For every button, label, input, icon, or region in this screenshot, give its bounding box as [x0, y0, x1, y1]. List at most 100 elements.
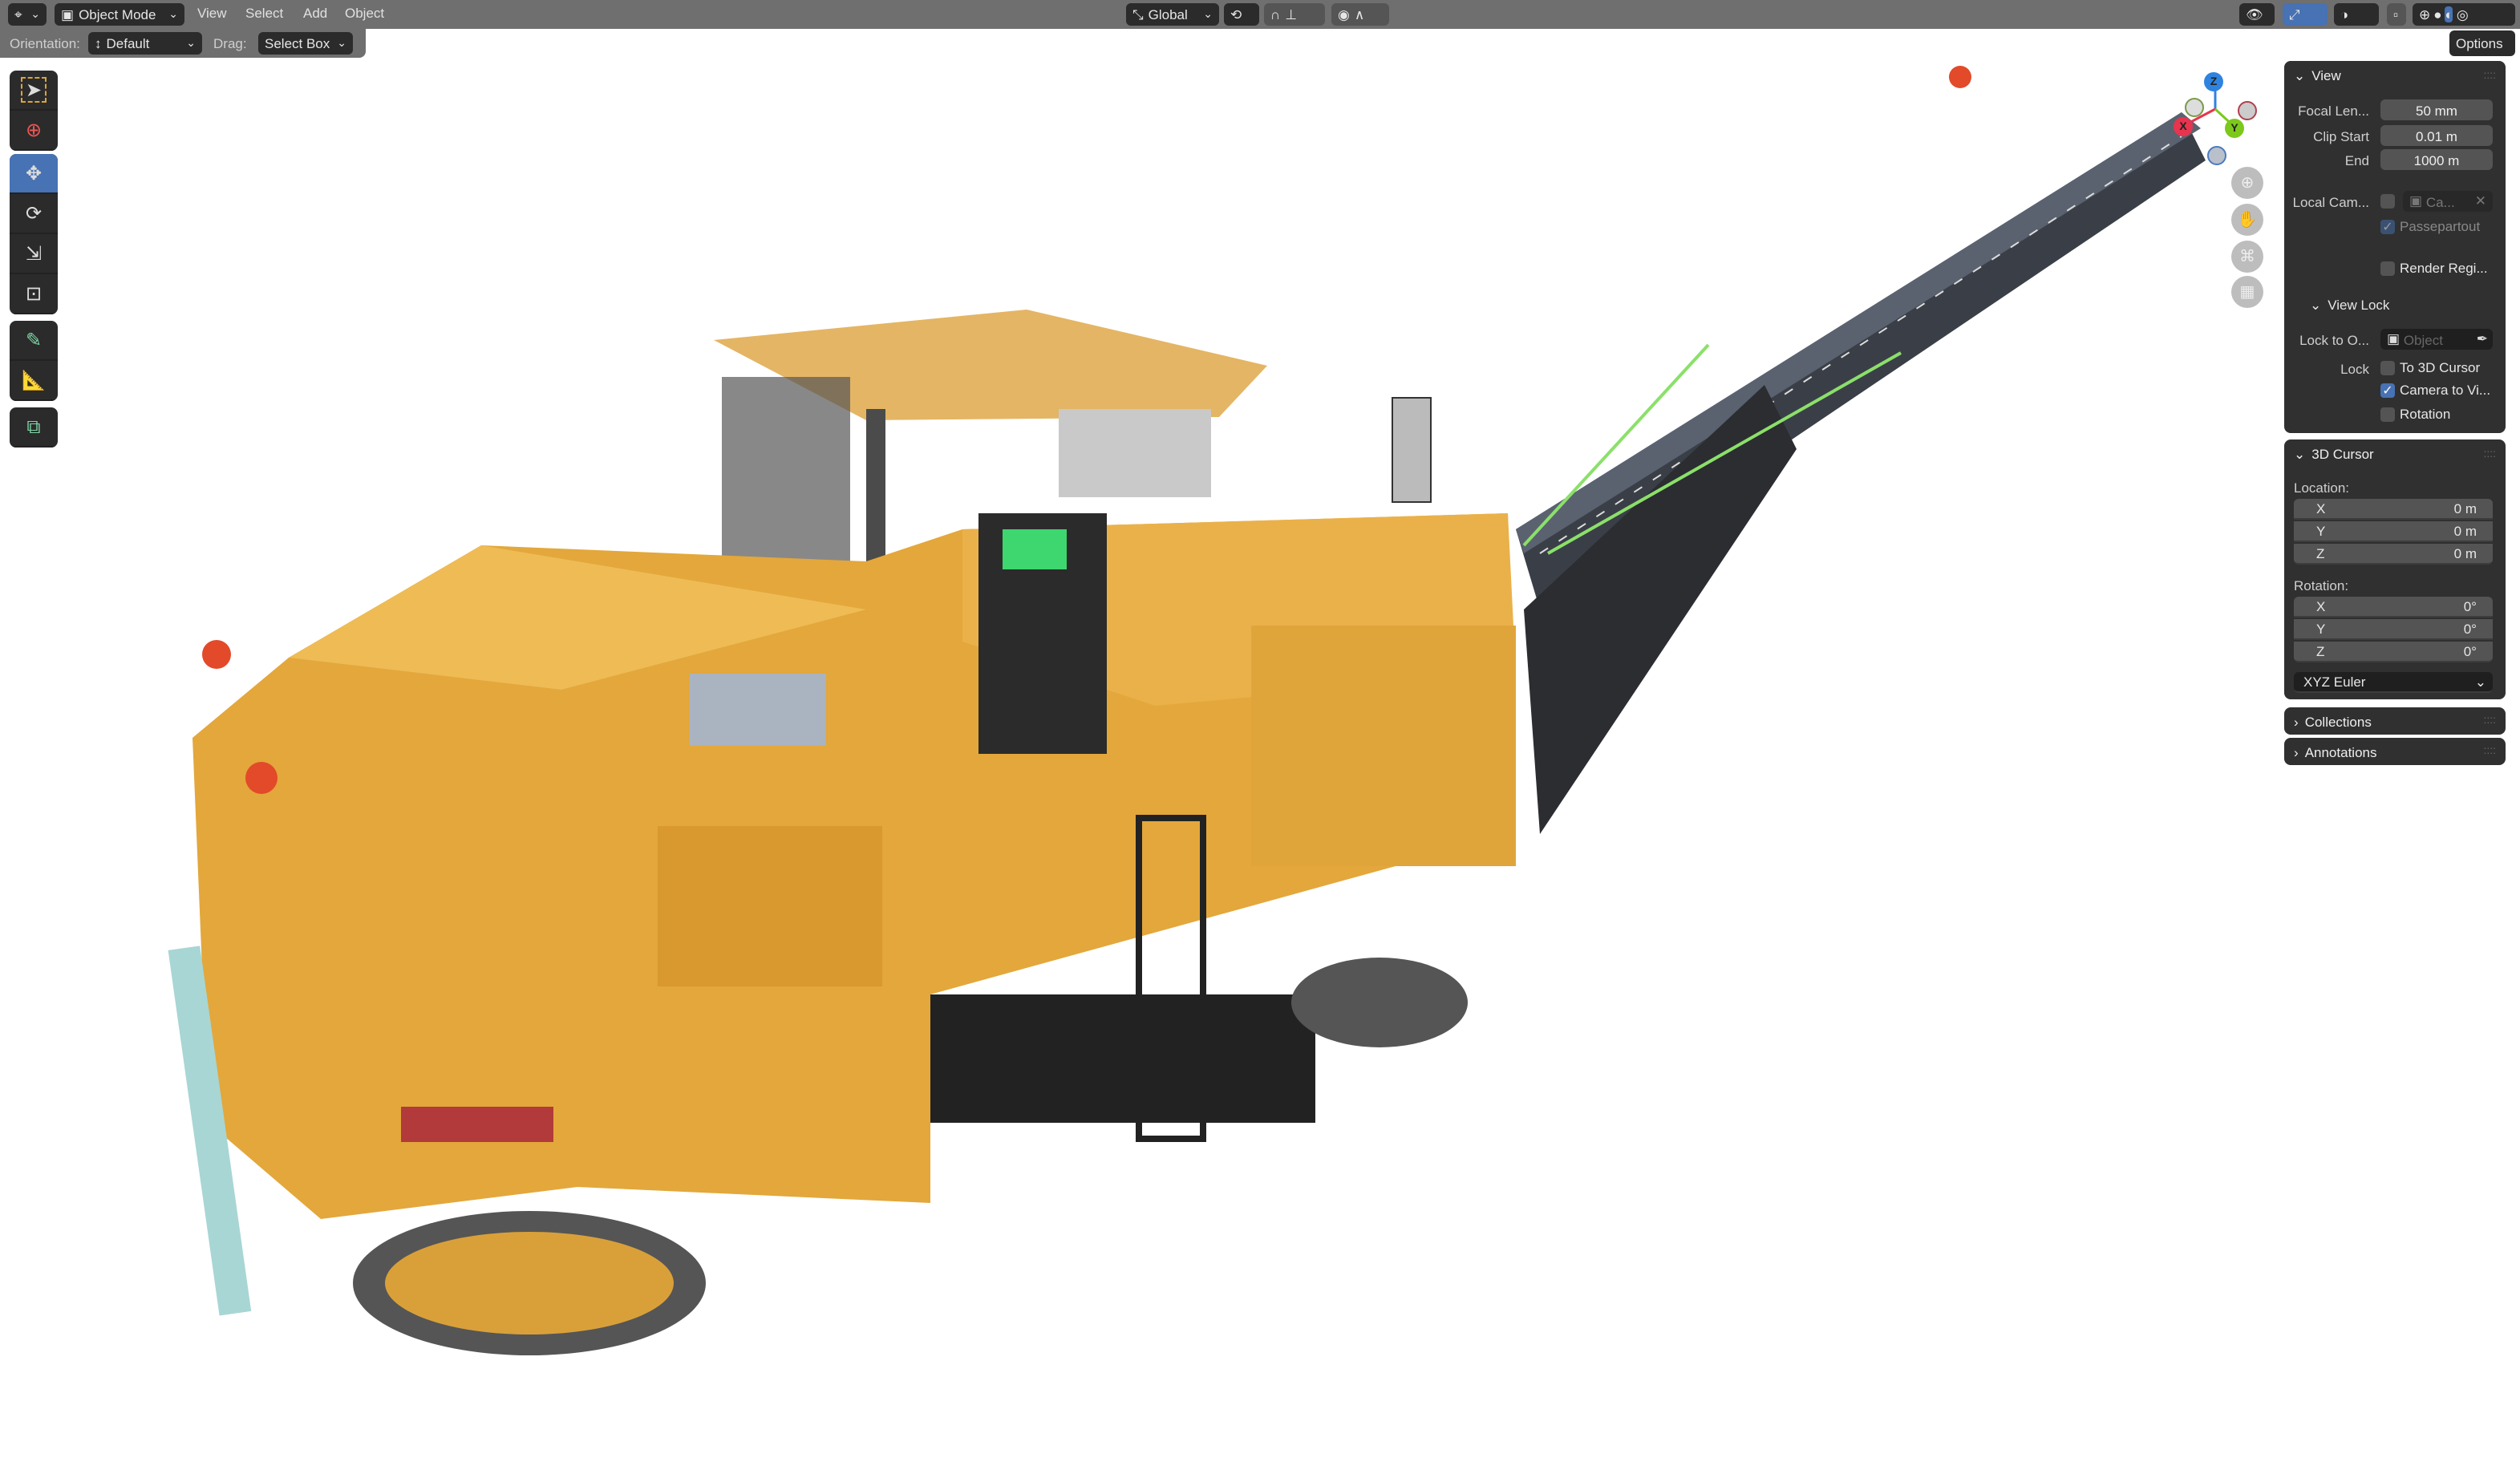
cursor-tool[interactable]: ⊕ — [10, 111, 58, 151]
zoom-view-button[interactable]: ⊕ — [2231, 167, 2263, 199]
transform-tool[interactable]: ⊡ — [10, 274, 58, 314]
gizmo-y-axis[interactable]: Y — [2225, 119, 2244, 138]
move-tool[interactable]: ✥ — [10, 154, 58, 194]
render-region-checkbox[interactable] — [2380, 261, 2395, 276]
viewport-3d[interactable] — [0, 0, 2520, 1458]
collections-panel-header[interactable]: › Collections:::: — [2284, 707, 2506, 735]
hand-icon: ✋ — [2237, 211, 2258, 229]
measure-tool[interactable]: 📐 — [10, 361, 58, 401]
pencil-icon: ✎ — [25, 329, 43, 351]
cursor-location-y[interactable]: Y 0 m — [2294, 521, 2493, 542]
annotate-tool[interactable]: ✎ — [10, 321, 58, 361]
perspective-toggle-button[interactable]: ▦ — [2231, 276, 2263, 308]
to-3d-cursor-label: To 3D Cursor — [2400, 359, 2481, 375]
select-box-tool[interactable]: ➤ — [10, 71, 58, 111]
xray-toggle[interactable]: ▫ — [2387, 3, 2406, 26]
gizmo-neg-z-axis[interactable] — [2207, 146, 2226, 165]
axis-value: 0 m — [2453, 523, 2477, 539]
gizmo-toggle[interactable]: ⤢ — [2283, 3, 2328, 26]
drag-dropdown[interactable]: Select Box ⌄ — [258, 32, 353, 55]
annotations-panel[interactable]: › Annotations:::: — [2284, 738, 2506, 765]
focal-length-field[interactable]: 50 mm — [2380, 99, 2493, 120]
proportional-editing-toggle[interactable]: ◉ ∧ — [1331, 3, 1389, 26]
add-cube-tool[interactable]: ⧉ — [10, 407, 58, 448]
gizmo-z-axis[interactable]: Z — [2204, 72, 2223, 91]
overlays-toggle[interactable]: ◑ — [2334, 3, 2379, 26]
scale-tool[interactable]: ⇲ — [10, 234, 58, 274]
visibility-dropdown[interactable]: 👁 — [2239, 3, 2275, 26]
mode-label: Object Mode — [79, 6, 156, 22]
material-shading-icon[interactable]: ◐ — [2445, 6, 2453, 22]
cursor-location-z[interactable]: Z 0 m — [2294, 544, 2493, 565]
cursor-rotation-z[interactable]: Z 0° — [2294, 642, 2493, 662]
view-panel-header[interactable]: ⌄ View:::: — [2284, 61, 2506, 90]
mode-dropdown[interactable]: ▣ Object Mode ⌄ — [55, 3, 184, 26]
drag-handle-icon[interactable]: :::: — [2483, 715, 2496, 727]
gizmo-x-axis[interactable]: X — [2174, 117, 2193, 136]
menu-select[interactable]: Select — [245, 5, 283, 21]
local-camera-checkbox[interactable] — [2380, 194, 2395, 209]
cursor-rotation-y[interactable]: Y 0° — [2294, 619, 2493, 640]
orientation-label: Orientation: — [10, 35, 80, 51]
pan-view-button[interactable]: ✋ — [2231, 204, 2263, 236]
rendered-shading-icon[interactable]: ◎ — [2457, 6, 2469, 23]
render-region-label: Render Regi... — [2400, 260, 2488, 276]
add-cube-icon: ⧉ — [26, 415, 41, 437]
focal-length-label: Focal Len... — [2298, 103, 2369, 119]
rotate-tool[interactable]: ⟳ — [10, 194, 58, 234]
camera-view-button[interactable]: ⌘ — [2231, 241, 2263, 273]
clip-start-label: Clip Start — [2313, 128, 2369, 144]
clip-end-field[interactable]: 1000 m — [2380, 149, 2493, 170]
editor-type-button[interactable]: ⌖ ⌄ — [8, 3, 47, 26]
location-label: Location: — [2294, 480, 2349, 496]
axis-label: X — [2316, 598, 2326, 614]
orientation-dropdown[interactable]: ↕ Default ⌄ — [88, 32, 202, 55]
lock-object-field[interactable]: ▣ Object ✒ — [2380, 329, 2493, 350]
drag-handle-icon[interactable]: :::: — [2483, 746, 2496, 757]
lock-rotation-checkbox[interactable] — [2380, 407, 2395, 422]
local-camera-field[interactable]: ▣ Ca... ✕ — [2403, 191, 2493, 212]
panel-title: 3D Cursor — [2311, 446, 2374, 462]
chevron-down-icon: ⌄ — [186, 38, 196, 50]
axis-label: Y — [2316, 523, 2326, 539]
clear-icon[interactable]: ✕ — [2475, 192, 2486, 210]
shading-buttons[interactable]: ⊕ ● ◐ ◎ — [2413, 3, 2515, 26]
toolbar-annotate-group: ✎ 📐 — [10, 321, 58, 401]
menu-add[interactable]: Add — [303, 5, 327, 21]
ruler-icon: 📐 — [22, 369, 46, 391]
subpanel-title: View Lock — [2328, 297, 2390, 313]
drag-handle-icon[interactable]: :::: — [2483, 448, 2496, 460]
menu-view[interactable]: View — [197, 5, 227, 21]
cursor-rotation-x[interactable]: X 0° — [2294, 597, 2493, 618]
axis-value: 0 m — [2453, 500, 2477, 516]
camera-to-view-checkbox[interactable]: ✓ — [2380, 383, 2395, 398]
lock-to-3d-cursor-checkbox[interactable] — [2380, 361, 2395, 375]
rotation-mode-dropdown[interactable]: XYZ Euler ⌄ — [2294, 672, 2493, 693]
gizmo-neg-x-axis[interactable] — [2238, 101, 2257, 120]
transform-orientation-dropdown[interactable]: ⤡ Global ⌄ — [1126, 3, 1219, 26]
gizmo-neg-y-axis[interactable] — [2185, 98, 2204, 117]
wireframe-shading-icon[interactable]: ⊕ — [2419, 6, 2430, 23]
tool-settings-bar: Orientation: ↕ Default ⌄ Drag: Select Box ⌄ — [0, 29, 366, 58]
toolbar-transform-group: ✥ ⟳ ⇲ ⊡ — [10, 154, 58, 314]
chevron-down-icon: ⌄ — [2294, 67, 2306, 83]
pivot-point-dropdown[interactable]: ⟲ — [1224, 3, 1259, 26]
snapping-toggle[interactable]: ∩ ⊥ — [1264, 3, 1325, 26]
magnet-icon: ∩ — [1270, 6, 1281, 22]
view-lock-subpanel-header[interactable]: ⌄ View Lock — [2310, 297, 2389, 314]
options-button[interactable]: Options — [2449, 30, 2515, 56]
3d-cursor-panel-header[interactable]: ⌄ 3D Cursor:::: — [2284, 439, 2506, 468]
annotations-panel-header[interactable]: › Annotations:::: — [2284, 738, 2506, 765]
eyedropper-icon[interactable]: ✒ — [2477, 330, 2488, 348]
passepartout-checkbox[interactable]: ✓ — [2380, 220, 2395, 234]
collections-panel[interactable]: › Collections:::: — [2284, 707, 2506, 735]
chevron-down-icon: ⌄ — [2294, 445, 2306, 461]
cursor-location-x[interactable]: X 0 m — [2294, 499, 2493, 520]
clip-start-field[interactable]: 0.01 m — [2380, 125, 2493, 146]
solid-shading-icon[interactable]: ● — [2433, 6, 2441, 22]
object-icon: ▣ — [2387, 330, 2404, 346]
pivot-icon: ⟲ — [1230, 6, 1242, 22]
drag-handle-icon[interactable]: :::: — [2483, 70, 2496, 81]
menu-object[interactable]: Object — [345, 5, 384, 21]
falloff-icon: ∧ — [1354, 6, 1365, 22]
